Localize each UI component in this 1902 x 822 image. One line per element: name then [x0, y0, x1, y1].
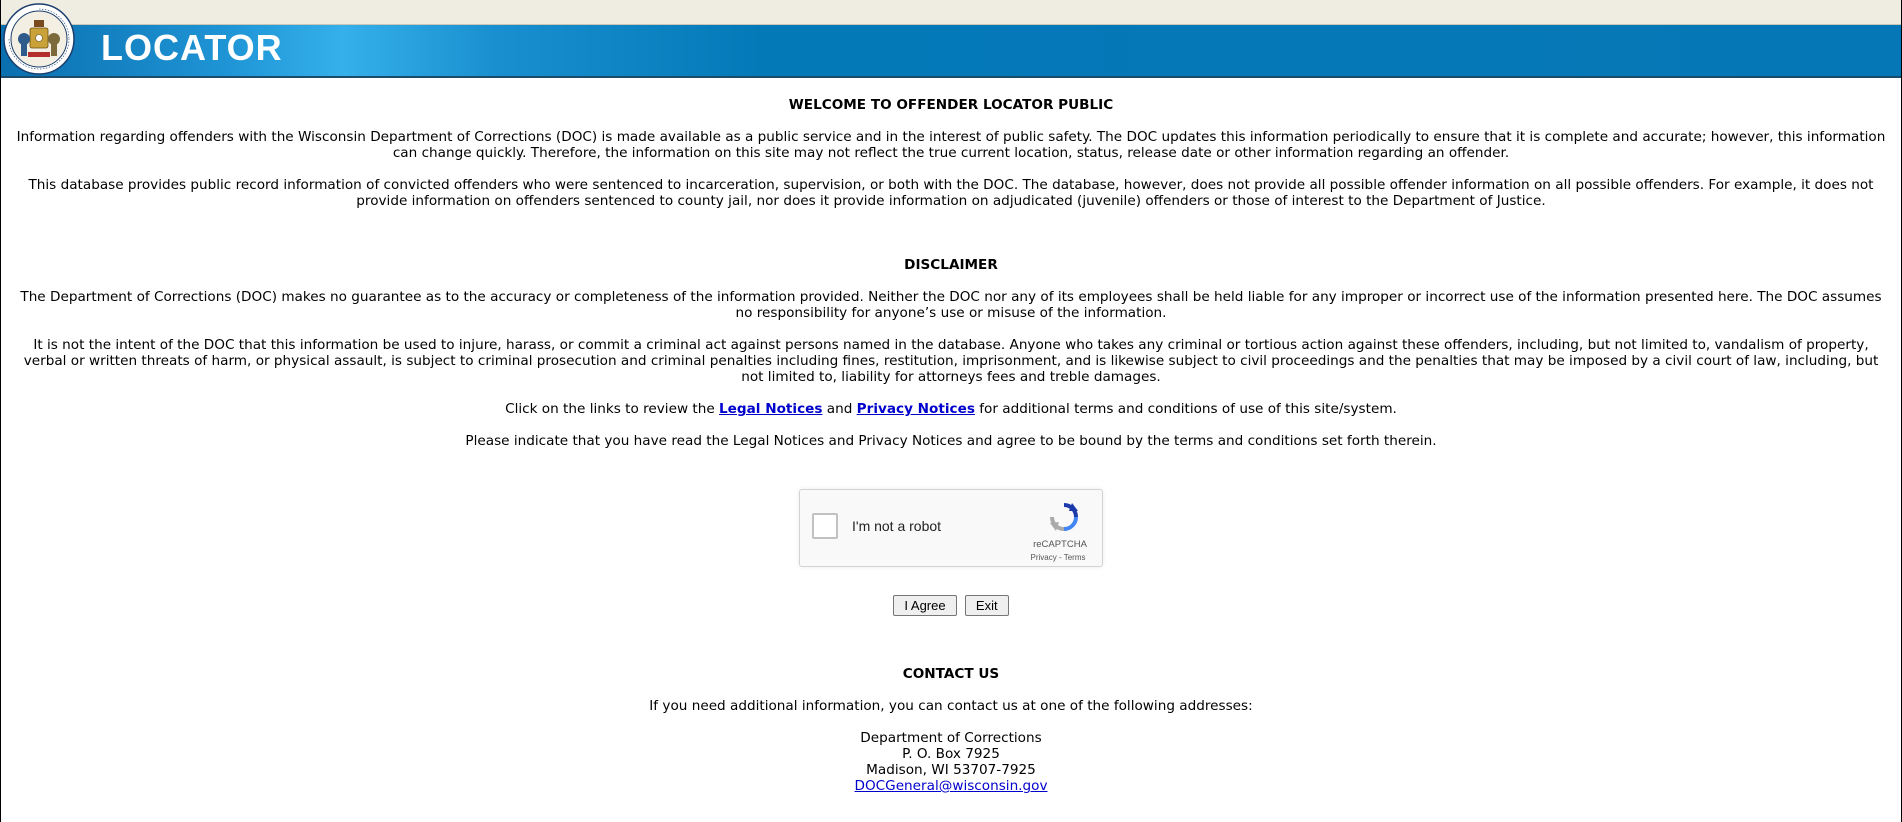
button-row: I Agree Exit — [11, 595, 1891, 617]
page: LOCATOR WELCOME TO OFFENDER LOCATOR PUBL… — [0, 0, 1902, 822]
disclaimer-paragraph-1: The Department of Corrections (DOC) make… — [20, 289, 1882, 321]
main-content: WELCOME TO OFFENDER LOCATOR PUBLIC Infor… — [1, 78, 1901, 794]
contact-address-line-1: Department of Corrections — [860, 730, 1042, 746]
welcome-heading: WELCOME TO OFFENDER LOCATOR PUBLIC — [788, 97, 1114, 113]
recaptcha-privacy-link[interactable]: Privacy — [1031, 553, 1057, 562]
welcome-paragraph-2: This database provides public record inf… — [28, 177, 1874, 209]
disclaimer-paragraph-2: It is not the intent of the DOC that thi… — [23, 337, 1879, 385]
contact-email-link[interactable]: DOCGeneral@wisconsin.gov — [855, 778, 1048, 794]
recaptcha-logo-icon — [1050, 503, 1078, 531]
recaptcha-label: I'm not a robot — [852, 518, 942, 534]
recaptcha-checkbox[interactable] — [812, 513, 838, 539]
disclaimer-heading: DISCLAIMER — [904, 257, 998, 273]
notices-suffix: for additional terms and conditions of u… — [974, 401, 1397, 417]
exit-button[interactable]: Exit — [964, 595, 1009, 616]
notices-links-line: Click on the links to review the Legal N… — [11, 401, 1891, 417]
agree-prompt: Please indicate that you have read the L… — [465, 433, 1437, 449]
recaptcha-links: Privacy - Terms — [1026, 550, 1090, 566]
i-agree-button[interactable]: I Agree — [893, 595, 957, 616]
page-title: LOCATOR — [101, 27, 283, 68]
state-of-wisconsin-seal-icon — [3, 3, 75, 75]
contact-address-line-2: P. O. Box 7925 — [902, 746, 1000, 762]
contact-heading: CONTACT US — [902, 666, 1000, 682]
contact-address-line-3: Madison, WI 53707-7925 — [866, 762, 1036, 778]
notices-prefix: Click on the links to review the — [505, 401, 720, 417]
top-strip — [1, 0, 1901, 25]
welcome-paragraph-1: Information regarding offenders with the… — [16, 129, 1886, 161]
contact-intro: If you need additional information, you … — [649, 698, 1253, 714]
legal-notices-link[interactable]: Legal Notices — [719, 401, 822, 417]
recaptcha-widget: I'm not a robot reCAPTCHA Privacy - Term… — [799, 489, 1103, 567]
recaptcha-terms-link[interactable]: Terms — [1064, 553, 1086, 562]
header-banner: LOCATOR — [1, 3, 1901, 78]
privacy-notices-link[interactable]: Privacy Notices — [857, 401, 975, 417]
notices-and: and — [822, 401, 857, 417]
recaptcha-separator: - — [1056, 553, 1064, 562]
